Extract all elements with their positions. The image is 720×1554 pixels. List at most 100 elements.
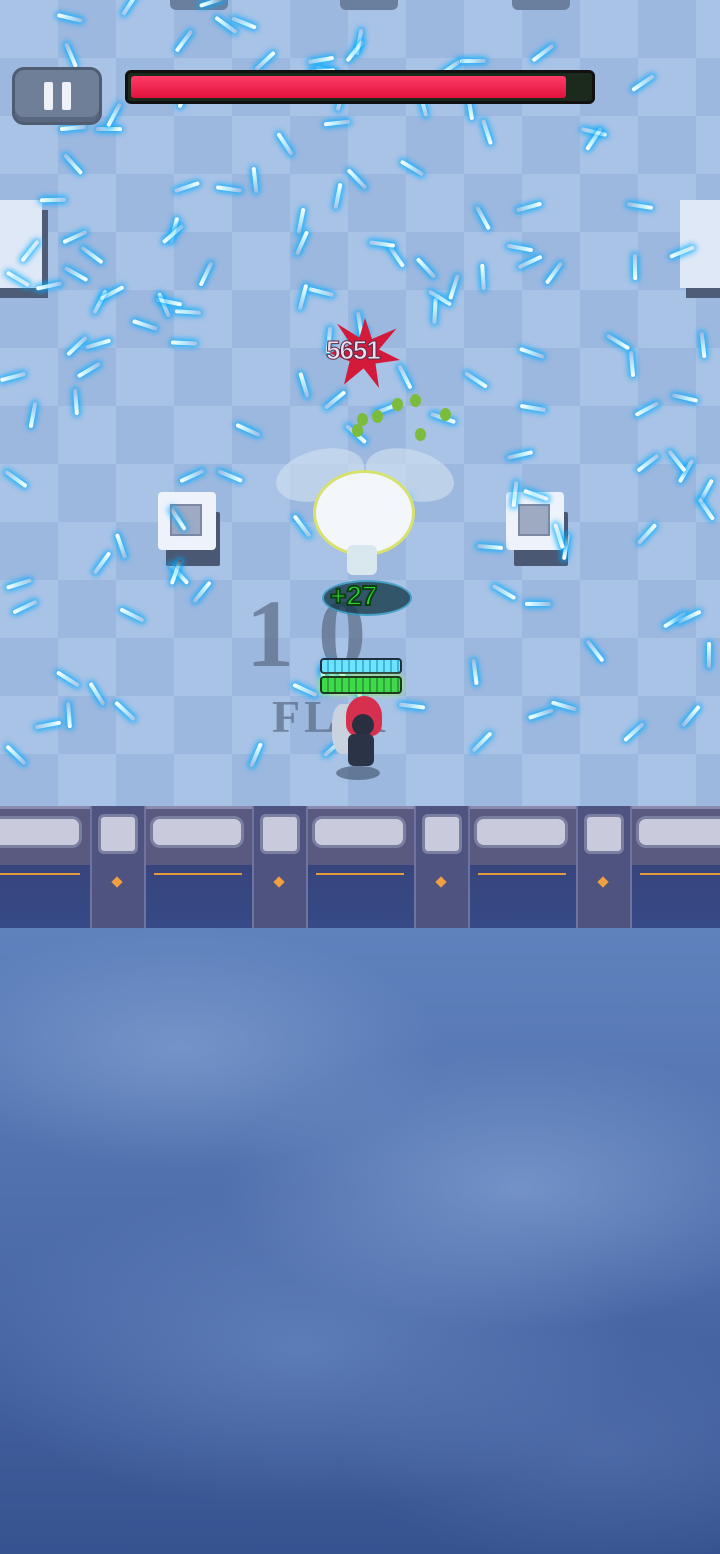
ice-shard-projectile — [415, 256, 437, 279]
ice-shard-projectile — [235, 423, 261, 438]
ice-shard-projectile — [345, 39, 365, 63]
boss-health-fill — [131, 76, 567, 98]
ice-shard-projectile — [105, 102, 122, 128]
poison-orb — [410, 394, 421, 407]
pause-button[interactable] — [12, 67, 102, 125]
ice-shard-projectile — [471, 731, 493, 753]
ice-shard-projectile — [216, 185, 243, 193]
poison-orb — [440, 408, 451, 421]
ice-shard-projectile — [399, 159, 424, 177]
ice-shard-projectile — [39, 197, 66, 202]
heal-number: +27 — [329, 579, 378, 612]
ice-shard-projectile — [156, 297, 183, 307]
ice-shard-projectile — [298, 372, 310, 399]
ice-shard-projectile — [622, 721, 645, 743]
player-status-bar — [320, 658, 402, 694]
ice-shard-projectile — [55, 670, 81, 688]
ice-shard-projectile — [520, 403, 547, 413]
ice-shard-projectile — [3, 469, 28, 489]
ice-shard-projectile — [307, 287, 334, 298]
player-hero — [330, 694, 384, 784]
ice-shard-projectile — [113, 700, 136, 721]
poison-orb — [352, 424, 363, 437]
ice-shard-projectile — [491, 583, 516, 600]
ice-shard-projectile — [506, 450, 533, 460]
ice-shard-projectile — [398, 701, 426, 710]
ice-shard-projectile — [584, 639, 605, 663]
ice-shard-projectile — [634, 400, 660, 417]
ice-shard-projectile — [631, 73, 656, 92]
ice-shard-projectile — [4, 744, 27, 766]
ice-shard-projectile — [132, 318, 159, 331]
ice-shard-projectile — [636, 522, 658, 545]
ice-shard-projectile — [432, 298, 438, 325]
ice-shard-projectile — [34, 720, 62, 730]
ice-shard-projectile — [680, 704, 701, 727]
ice-shard-projectile — [62, 229, 88, 245]
ice-shard-projectile — [448, 274, 461, 301]
ice-shard-projectile — [551, 700, 578, 712]
ice-shard-projectile — [5, 578, 32, 591]
ice-shard-projectile — [88, 682, 106, 707]
damage-number: 5651 — [326, 335, 382, 366]
ice-shard-projectile — [12, 599, 38, 615]
ice-shard-projectile — [198, 260, 214, 287]
ice-shard-projectile — [63, 153, 84, 176]
ice-shard-projectile — [119, 607, 145, 623]
ice-shard-projectile — [296, 207, 306, 235]
ice-shard-projectile — [174, 29, 193, 53]
ice-block-right — [680, 200, 720, 288]
ice-shard-projectile — [527, 707, 554, 720]
arena: 1 0 FL R 5651 +27 — [0, 0, 720, 808]
wall-stub — [512, 0, 570, 10]
ice-shard-projectile — [57, 13, 84, 24]
stone-block — [158, 492, 216, 550]
ice-shard-projectile — [632, 254, 637, 281]
ice-shard-projectile — [531, 43, 555, 63]
ice-shard-projectile — [519, 347, 546, 360]
ice-shard-projectile — [95, 126, 122, 131]
poison-orb — [415, 428, 426, 441]
ice-shard-projectile — [699, 332, 707, 359]
ice-shard-projectile — [156, 292, 171, 318]
ice-shard-projectile — [697, 497, 716, 522]
sky-background — [0, 928, 720, 1554]
ice-shard-projectile — [28, 402, 38, 429]
ice-shard-projectile — [63, 265, 88, 282]
ice-shard-projectile — [84, 338, 111, 350]
ice-shard-projectile — [73, 389, 80, 416]
ice-shard-projectile — [628, 351, 636, 378]
ice-shard-projectile — [0, 371, 27, 383]
ice-shard-projectile — [397, 364, 413, 390]
ice-shard-projectile — [173, 181, 200, 194]
ice-shard-projectile — [480, 118, 493, 145]
ice-shard-projectile — [297, 284, 309, 311]
ice-shard-projectile — [323, 119, 351, 126]
player-shield-bar — [320, 658, 402, 674]
ice-shard-projectile — [471, 658, 479, 685]
ice-shard-projectile — [627, 201, 654, 210]
wall-stub — [340, 0, 398, 10]
ice-shard-projectile — [115, 533, 128, 560]
ice-shard-projectile — [248, 741, 263, 768]
ice-shard-projectile — [253, 51, 276, 72]
ice-shard-projectile — [121, 0, 139, 17]
ice-shard-projectile — [80, 245, 104, 265]
ice-shard-projectile — [369, 240, 396, 249]
ice-shard-projectile — [92, 551, 112, 575]
ice-shard-projectile — [59, 124, 86, 131]
ice-shard-projectile — [347, 168, 368, 190]
ice-shard-projectile — [333, 182, 343, 209]
ice-shard-projectile — [476, 543, 504, 550]
ice-shard-projectile — [605, 333, 630, 351]
ice-shard-projectile — [192, 580, 212, 604]
ice-shard-projectile — [170, 340, 197, 346]
ice-shard-projectile — [251, 167, 258, 194]
poison-orb — [372, 410, 383, 423]
poison-orb — [392, 398, 403, 411]
ice-shard-projectile — [460, 58, 487, 64]
ice-shard-projectile — [636, 453, 660, 473]
ice-shard-projectile — [276, 131, 295, 156]
ice-shard-projectile — [217, 469, 243, 483]
ice-shard-projectile — [386, 244, 405, 269]
